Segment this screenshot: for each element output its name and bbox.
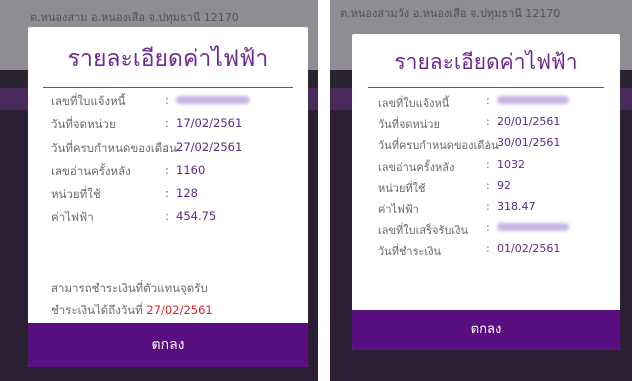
units-used-label: หน่วยที่ใช้ xyxy=(378,181,426,195)
units-used-value: 92 xyxy=(497,178,511,192)
detail-row: วันที่ครบกำหนดของเดือน:30/01/2561 xyxy=(352,136,620,157)
detail-row: หน่วยที่ใช้:128 xyxy=(28,186,308,209)
colon: : xyxy=(165,116,169,131)
detail-row: วันที่จดหน่วย:20/01/2561 xyxy=(352,115,620,136)
colon: : xyxy=(486,136,490,150)
right-screenshot: ต.หนองสามวัง อ.หนองเสือ จ.ปทุมธานี 12170… xyxy=(330,0,632,381)
detail-list: เลขที่ใบแจ้งหนี้: วันที่จดหน่วย:17/02/25… xyxy=(28,93,308,233)
colon: : xyxy=(165,162,169,177)
electricity-charge-label: ค่าไฟฟ้า xyxy=(378,202,419,216)
payment-note: สามารถชำระเงินที่ตัวแทนจุดรับ ชำระเงินได… xyxy=(51,277,213,321)
reading-date-value: 20/01/2561 xyxy=(497,115,561,129)
detail-list: เลขที่ใบแจ้งหนี้: วันที่จดหน่วย:20/01/25… xyxy=(352,94,620,264)
left-screenshot: ต.หนองสาม อ.หนองเสือ จ.ปทุมธานี 12170 รา… xyxy=(0,0,318,381)
ok-button[interactable]: ตกลง xyxy=(28,323,308,367)
payment-date-label: วันที่ชำระเงิน xyxy=(378,245,442,259)
detail-row: ค่าไฟฟ้า:318.47 xyxy=(352,200,620,221)
reading-date-value: 17/02/2561 xyxy=(176,116,243,131)
last-reading-label: เลขอ่านครั้งหลัง xyxy=(378,160,455,174)
electricity-charge-value: 454.75 xyxy=(176,209,217,224)
detail-row: วันที่จดหน่วย:17/02/2561 xyxy=(28,116,308,139)
detail-row: ค่าไฟฟ้า:454.75 xyxy=(28,209,308,232)
electricity-charge-value: 318.47 xyxy=(497,199,536,213)
detail-row: เลขที่ใบแจ้งหนี้: xyxy=(28,93,308,116)
colon: : xyxy=(165,209,169,224)
invoice-number-label: เลขที่ใบแจ้งหนี้ xyxy=(378,97,450,110)
title-divider xyxy=(368,87,604,88)
colon: : xyxy=(486,94,490,107)
colon: : xyxy=(486,157,490,171)
detail-row: หน่วยที่ใช้:92 xyxy=(352,179,620,200)
reading-date-label: วันที่จดหน่วย xyxy=(378,118,440,132)
payment-due-date: 27/02/2561 xyxy=(146,303,213,317)
colon: : xyxy=(486,199,490,213)
detail-row: เลขอ่านครั้งหลัง:1160 xyxy=(28,163,308,186)
bill-detail-dialog: รายละเอียดค่าไฟฟ้า เลขที่ใบแจ้งหนี้: วัน… xyxy=(28,27,308,367)
last-reading-value: 1160 xyxy=(176,162,206,177)
last-reading-label: เลขอ่านครั้งหลัง xyxy=(51,163,131,178)
blurred-value xyxy=(176,96,250,104)
units-used-value: 128 xyxy=(176,186,198,201)
invoice-number-value xyxy=(176,93,250,107)
background-address: ต.หนองสามวัง อ.หนองเสือ จ.ปทุมธานี 12170 xyxy=(340,7,561,20)
blurred-value xyxy=(497,223,569,232)
dialog-title: รายละเอียดค่าไฟฟ้า xyxy=(394,50,578,74)
detail-row: วันที่ครบกำหนดของเดือน:27/02/2561 xyxy=(28,140,308,163)
colon: : xyxy=(165,186,169,201)
payment-note-line2: ชำระเงินได้ถึงวันที่ 27/02/2561 xyxy=(51,299,213,321)
payment-note-text: ชำระเงินได้ถึงวันที่ xyxy=(51,303,147,317)
colon: : xyxy=(486,242,490,256)
colon: : xyxy=(486,178,490,192)
invoice-number-value xyxy=(497,94,569,107)
electricity-charge-label: ค่าไฟฟ้า xyxy=(51,210,94,225)
receipt-number-label: เลขที่ใบเสร็จรับเงิน xyxy=(378,224,468,238)
blurred-value xyxy=(497,96,569,104)
colon: : xyxy=(486,115,490,129)
colon: : xyxy=(486,221,490,235)
payment-date-value: 01/02/2561 xyxy=(497,242,561,256)
detail-row: เลขที่ใบเสร็จรับเงิน: xyxy=(352,221,620,242)
ok-button[interactable]: ตกลง xyxy=(352,310,620,350)
due-date-value: 27/02/2561 xyxy=(176,139,243,154)
title-divider xyxy=(43,87,293,88)
units-used-label: หน่วยที่ใช้ xyxy=(51,187,101,202)
due-date-label: วันที่ครบกำหนดของเดือน xyxy=(378,139,499,153)
due-date-label: วันที่ครบกำหนดของเดือน xyxy=(51,140,177,155)
payment-note-line1: สามารถชำระเงินที่ตัวแทนจุดรับ xyxy=(51,281,208,295)
dialog-title: รายละเอียดค่าไฟฟ้า xyxy=(67,46,269,72)
colon: : xyxy=(165,139,169,154)
detail-row: วันที่ชำระเงิน:01/02/2561 xyxy=(352,242,620,263)
due-date-value: 30/01/2561 xyxy=(497,136,561,150)
last-reading-value: 1032 xyxy=(497,157,525,171)
reading-date-label: วันที่จดหน่วย xyxy=(51,117,116,132)
colon: : xyxy=(165,93,169,107)
detail-row: เลขที่ใบแจ้งหนี้: xyxy=(352,94,620,115)
bill-detail-dialog: รายละเอียดค่าไฟฟ้า เลขที่ใบแจ้งหนี้: วัน… xyxy=(352,34,620,350)
background-address: ต.หนองสาม อ.หนองเสือ จ.ปทุมธานี 12170 xyxy=(30,11,239,24)
detail-row: เลขอ่านครั้งหลัง:1032 xyxy=(352,158,620,179)
invoice-number-label: เลขที่ใบแจ้งหนี้ xyxy=(51,94,126,108)
receipt-number-value xyxy=(497,221,569,234)
